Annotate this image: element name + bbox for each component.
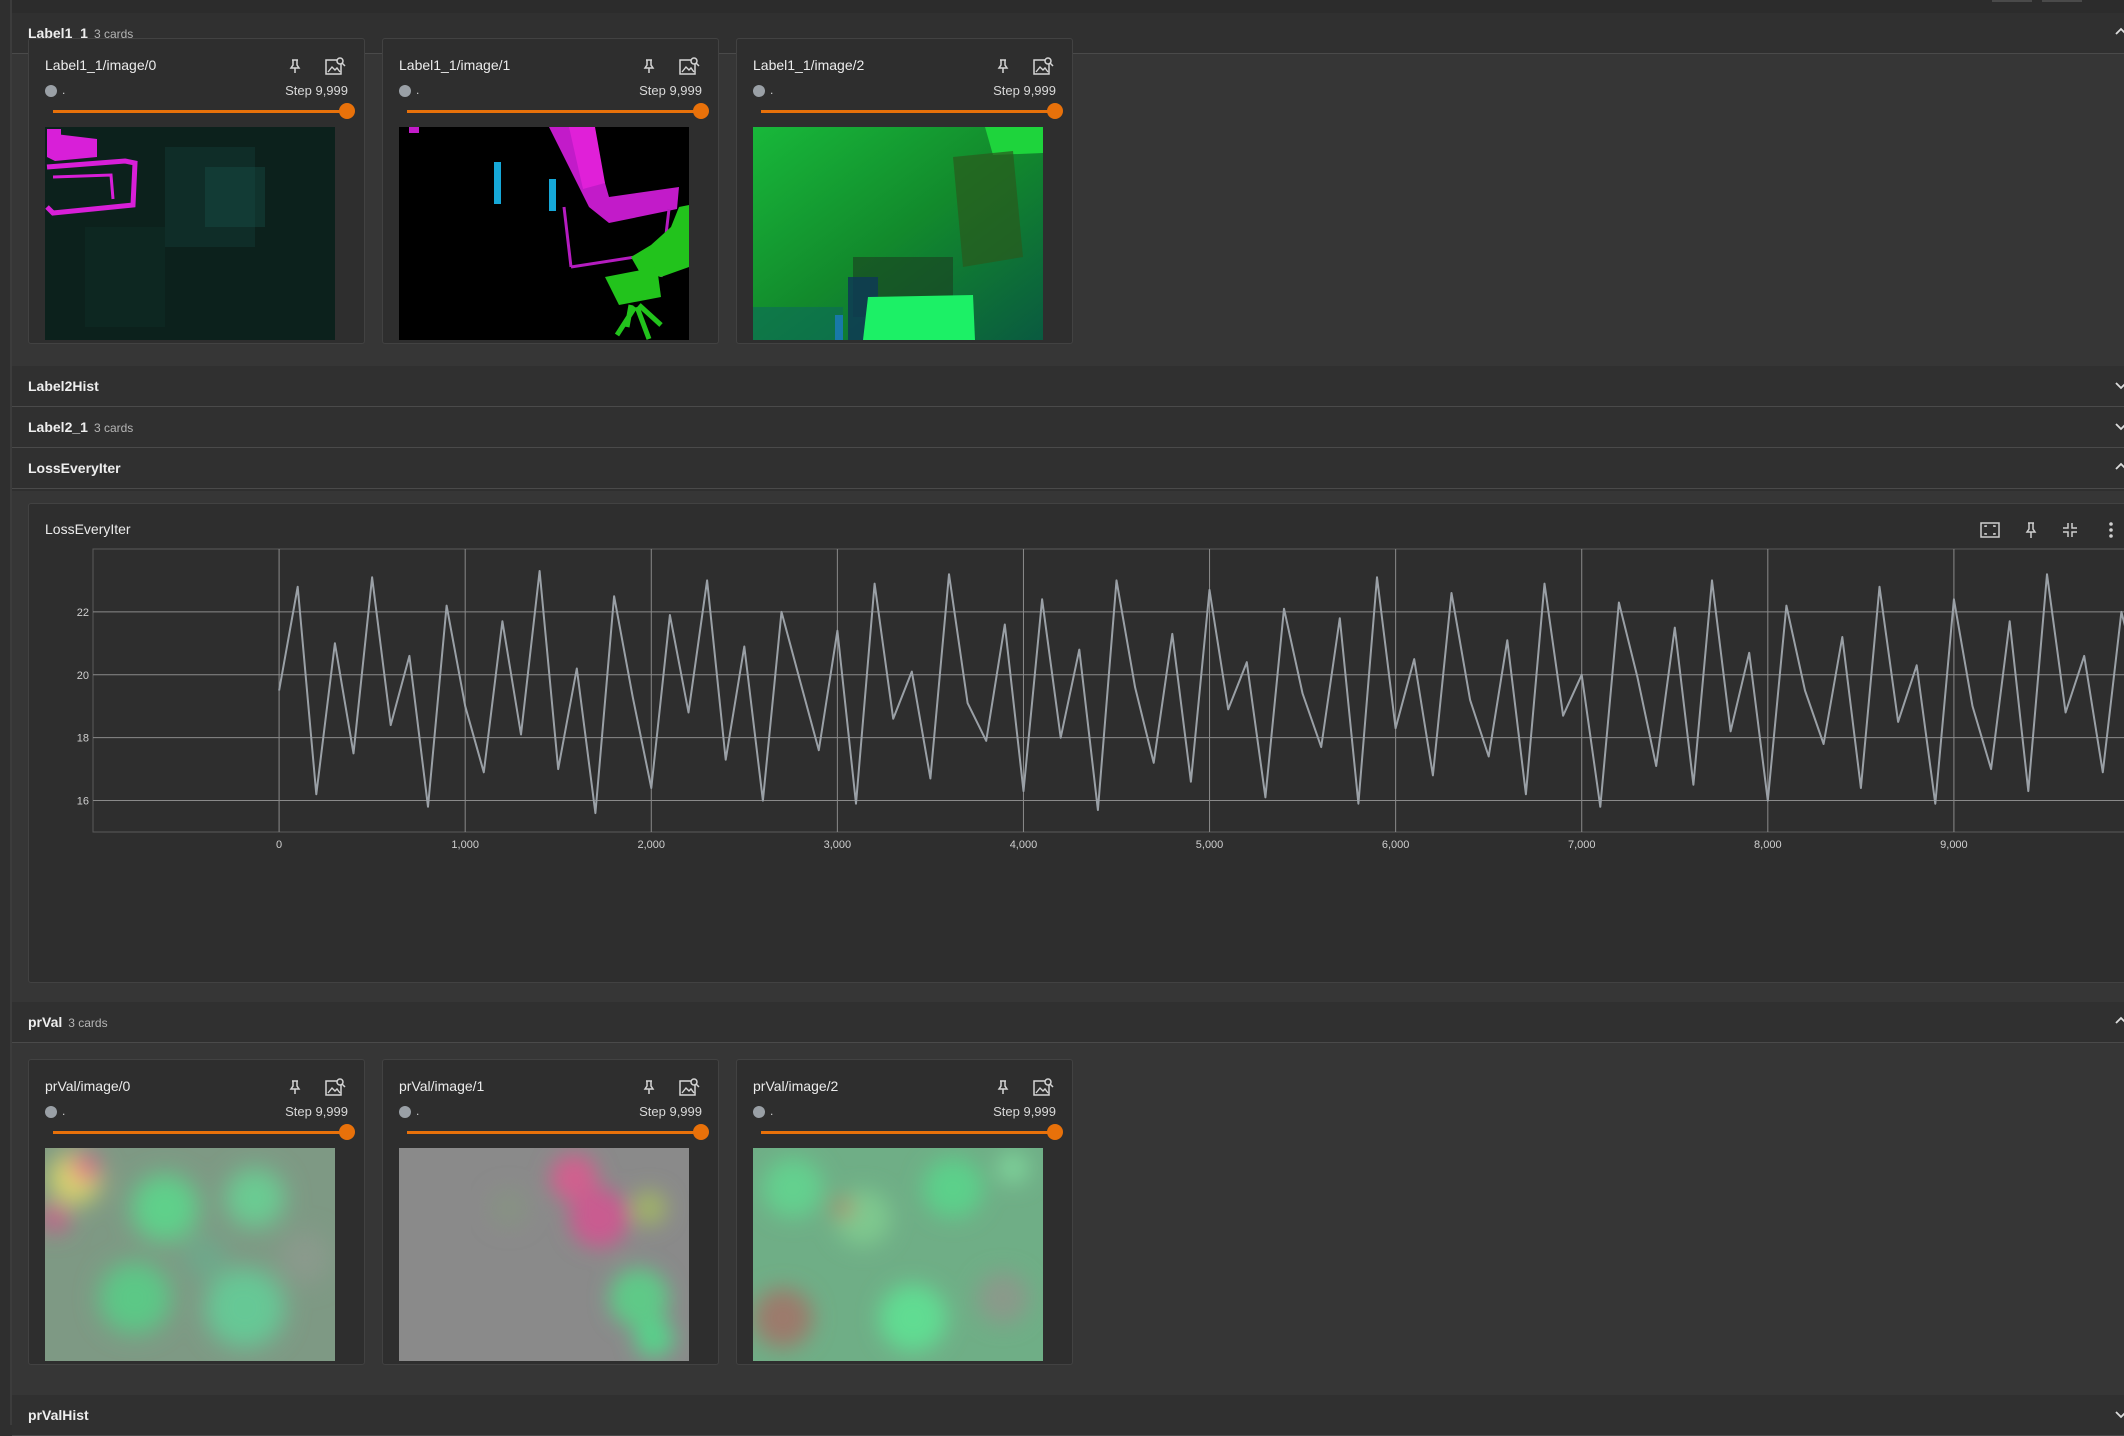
image-search-icon[interactable] xyxy=(1032,55,1054,77)
image-search-icon[interactable] xyxy=(1032,1076,1054,1098)
group-header-prvalhist[interactable]: prValHist xyxy=(12,1395,2124,1436)
image-preview[interactable] xyxy=(753,1148,1043,1361)
step-slider-track[interactable] xyxy=(407,1131,697,1134)
x-tick-label: 7,000 xyxy=(1568,839,1596,851)
step-slider-track[interactable] xyxy=(407,110,697,113)
step-label: Step 9,999 xyxy=(639,83,702,98)
run-color-dot xyxy=(399,1106,411,1118)
step-label: Step 9,999 xyxy=(285,1104,348,1119)
step-label: Step 9,999 xyxy=(639,1104,702,1119)
image-search-icon[interactable] xyxy=(324,55,346,77)
group-name: LossEveryIter xyxy=(28,460,121,476)
y-tick-label: 22 xyxy=(77,607,89,619)
step-slider-track[interactable] xyxy=(53,1131,343,1134)
image-card: prVal/image/0 . Step 9,999 xyxy=(28,1059,365,1365)
step-label: Step 9,999 xyxy=(993,1104,1056,1119)
group-body-prval: prVal/image/0 . Step 9,999 prVal/image/1… xyxy=(12,1043,2124,1395)
step-slider-thumb[interactable] xyxy=(693,103,709,119)
x-tick-label: 5,000 xyxy=(1196,839,1224,851)
image-search-icon[interactable] xyxy=(678,1076,700,1098)
run-name: . xyxy=(62,1104,66,1118)
run-color-dot xyxy=(45,85,57,97)
run-color-dot xyxy=(753,1106,765,1118)
loss-line-chart[interactable]: 16 18 20 22 0 1,000 2,000 3,000 4,000 5,000 6,000 7… xyxy=(29,504,2124,982)
y-tick-label: 16 xyxy=(77,796,89,808)
x-tick-label: 9,000 xyxy=(1940,839,1968,851)
image-preview[interactable] xyxy=(399,1148,689,1361)
image-card: prVal/image/2 . Step 9,999 xyxy=(736,1059,1073,1365)
image-search-icon[interactable] xyxy=(324,1076,346,1098)
card-title: Label1_1/image/0 xyxy=(45,57,157,73)
group-header-losseveryiter[interactable]: LossEveryIter xyxy=(12,448,2124,489)
image-card: Label1_1/image/0 . Step 9,999 xyxy=(28,38,365,344)
x-tick-label: 4,000 xyxy=(1010,839,1038,851)
run-name: . xyxy=(770,1104,774,1118)
top-toolbar-edge xyxy=(12,0,2124,14)
y-tick-label: 20 xyxy=(77,670,89,682)
image-preview[interactable] xyxy=(753,127,1043,340)
y-tick-label: 18 xyxy=(77,733,89,745)
image-card: prVal/image/1 . Step 9,999 xyxy=(382,1059,719,1365)
chevron-up-icon[interactable] xyxy=(2112,23,2124,41)
pin-icon[interactable] xyxy=(640,57,658,75)
pin-icon[interactable] xyxy=(994,57,1012,75)
x-tick-label: 2,000 xyxy=(638,839,666,851)
run-color-dot xyxy=(399,85,411,97)
group-body-losseveryiter: LossEveryIter 16 18 20 22 0 1,000 2,000 3,000 4,… xyxy=(12,491,2124,1002)
card-title: prVal/image/0 xyxy=(45,1078,131,1094)
group-header-label2hist[interactable]: Label2Hist xyxy=(12,366,2124,407)
pin-icon[interactable] xyxy=(286,57,304,75)
run-name: . xyxy=(62,83,66,97)
chevron-up-icon[interactable] xyxy=(2112,1012,2124,1030)
group-body-label1-1: Label1_1/image/0 . Step 9,999 Label1_1/i… xyxy=(12,38,2124,366)
run-color-dot xyxy=(45,1106,57,1118)
chevron-down-icon[interactable] xyxy=(2112,376,2124,394)
image-preview[interactable] xyxy=(45,1148,335,1361)
run-name: . xyxy=(416,1104,420,1118)
step-label: Step 9,999 xyxy=(993,83,1056,98)
loss-series-line xyxy=(278,570,2124,815)
group-name: Label2Hist xyxy=(28,378,99,394)
group-card-count: 3 cards xyxy=(93,421,134,435)
card-title: Label1_1/image/1 xyxy=(399,57,511,73)
card-title: Label1_1/image/2 xyxy=(753,57,865,73)
step-slider-track[interactable] xyxy=(761,1131,1051,1134)
run-name: . xyxy=(416,83,420,97)
image-search-icon[interactable] xyxy=(678,55,700,77)
x-tick-label: 0 xyxy=(276,839,282,851)
image-card: Label1_1/image/2 . Step 9,999 xyxy=(736,38,1073,344)
run-color-dot xyxy=(753,85,765,97)
chevron-down-icon[interactable] xyxy=(2112,1405,2124,1423)
x-tick-label: 3,000 xyxy=(824,839,852,851)
pin-icon[interactable] xyxy=(286,1078,304,1096)
x-tick-label: 8,000 xyxy=(1754,839,1782,851)
step-slider-thumb[interactable] xyxy=(339,103,355,119)
step-slider-track[interactable] xyxy=(53,110,343,113)
group-name: Label2_1 3 cards xyxy=(28,419,134,435)
step-slider-thumb[interactable] xyxy=(339,1124,355,1140)
step-label: Step 9,999 xyxy=(285,83,348,98)
step-slider-thumb[interactable] xyxy=(1047,1124,1063,1140)
step-slider-thumb[interactable] xyxy=(1047,103,1063,119)
group-header-label2-1[interactable]: Label2_1 3 cards xyxy=(12,407,2124,448)
x-tick-label: 6,000 xyxy=(1382,839,1410,851)
chevron-up-icon[interactable] xyxy=(2112,458,2124,476)
card-title: prVal/image/1 xyxy=(399,1078,485,1094)
image-preview[interactable] xyxy=(45,127,335,340)
step-slider-track[interactable] xyxy=(761,110,1051,113)
pin-icon[interactable] xyxy=(994,1078,1012,1096)
group-name: prVal 3 cards xyxy=(28,1014,108,1030)
image-card: Label1_1/image/1 . Step 9,999 xyxy=(382,38,719,344)
step-slider-thumb[interactable] xyxy=(693,1124,709,1140)
pin-icon[interactable] xyxy=(640,1078,658,1096)
group-name: prValHist xyxy=(28,1407,89,1423)
card-title: prVal/image/2 xyxy=(753,1078,839,1094)
run-name: . xyxy=(770,83,774,97)
x-tick-label: 1,000 xyxy=(451,839,479,851)
group-card-count: 3 cards xyxy=(68,1016,108,1030)
group-header-prval[interactable]: prVal 3 cards xyxy=(12,1002,2124,1043)
image-preview[interactable] xyxy=(399,127,689,340)
scalar-chart-card: LossEveryIter 16 18 20 22 0 1,000 2,000 3,000 4,… xyxy=(28,503,2124,983)
chevron-down-icon[interactable] xyxy=(2112,417,2124,435)
